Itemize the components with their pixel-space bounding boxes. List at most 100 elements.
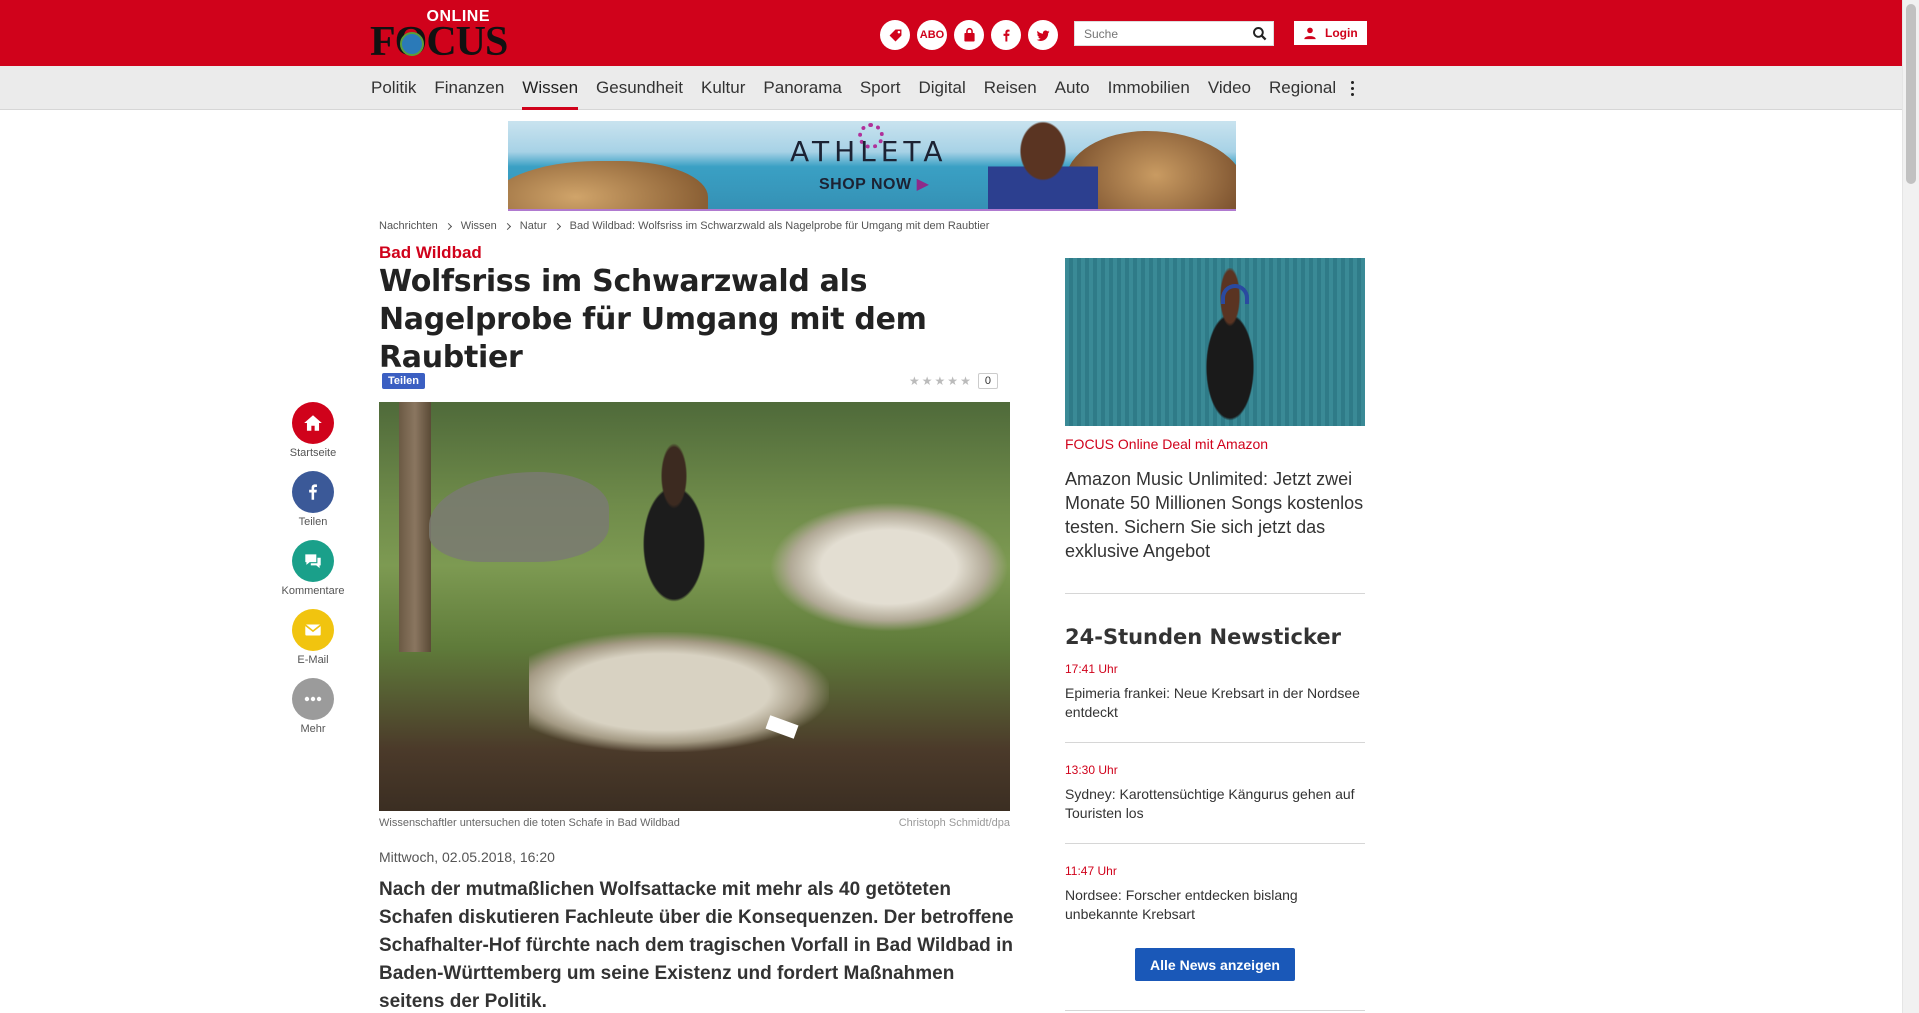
- share-facebook-label: Teilen: [298, 516, 328, 528]
- play-arrow-icon: ▶: [916, 176, 930, 193]
- nav-item-regional[interactable]: Regional: [1269, 66, 1336, 110]
- nav-item-kultur[interactable]: Kultur: [701, 66, 745, 110]
- login-label: Login: [1325, 26, 1358, 40]
- nav-item-politik[interactable]: Politik: [371, 66, 416, 110]
- ticker-text[interactable]: Nordsee: Forscher entdecken bislang unbe…: [1065, 886, 1365, 924]
- share-comments-label: Kommentare: [281, 585, 345, 597]
- user-icon: [1304, 27, 1316, 40]
- image-caption-row: Wissenschaftler untersuchen die toten Sc…: [379, 817, 1010, 829]
- globe-icon: [400, 32, 424, 56]
- nav-item-video[interactable]: Video: [1208, 66, 1251, 110]
- abo-icon[interactable]: ABO: [917, 20, 947, 50]
- article-kicker: Bad Wildbad: [379, 243, 482, 262]
- facebook-icon[interactable]: [292, 471, 334, 513]
- nav-item-gesundheit[interactable]: Gesundheit: [596, 66, 683, 110]
- image-rock: [429, 472, 609, 562]
- search-input[interactable]: [1075, 22, 1247, 45]
- image-tree: [399, 402, 431, 652]
- article-headline: Wolfsriss im Schwarzwald als Nagelprobe …: [379, 264, 927, 375]
- ticker-item[interactable]: 17:41 Uhr Epimeria frankei: Neue Krebsar…: [1065, 662, 1365, 722]
- scrollbar[interactable]: [1902, 0, 1919, 1013]
- promo-image[interactable]: [1065, 258, 1365, 426]
- star-icon[interactable]: ★: [960, 374, 971, 388]
- nav-item-sport[interactable]: Sport: [860, 66, 901, 110]
- ticker-text[interactable]: Sydney: Karottensüchtige Kängurus gehen …: [1065, 785, 1365, 823]
- twitter-icon[interactable]: [1028, 20, 1058, 50]
- ad-cta[interactable]: SHOP NOW ▶: [819, 174, 929, 194]
- ad-rock-left: [508, 161, 708, 209]
- home-icon[interactable]: [292, 402, 334, 444]
- nav-item-auto[interactable]: Auto: [1055, 66, 1090, 110]
- headphones-icon: [1221, 284, 1249, 304]
- chevron-right-icon: [503, 222, 511, 230]
- star-icon[interactable]: ★: [947, 374, 958, 388]
- chevron-right-icon: [553, 222, 561, 230]
- ad-cta-label: SHOP NOW: [819, 176, 912, 193]
- shop-bag-icon[interactable]: [954, 20, 984, 50]
- chevron-right-icon: [444, 222, 452, 230]
- share-comments[interactable]: Kommentare: [276, 540, 350, 597]
- nav-item-digital[interactable]: Digital: [918, 66, 965, 110]
- nav-item-reisen[interactable]: Reisen: [984, 66, 1037, 110]
- image-sheep: [769, 502, 1009, 632]
- share-home-label: Startseite: [289, 447, 337, 459]
- star-icon[interactable]: ★: [935, 374, 946, 388]
- nav-item-panorama[interactable]: Panorama: [763, 66, 841, 110]
- main-navigation: Politik Finanzen Wissen Gesundheit Kultur Pan…: [0, 66, 1902, 110]
- share-button[interactable]: Teilen: [382, 373, 425, 389]
- logo-focus-text: FOCUS: [370, 19, 508, 65]
- breadcrumb-item[interactable]: Nachrichten: [379, 220, 438, 232]
- article-date: Mittwoch, 02.05.2018, 16:20: [379, 849, 555, 865]
- promo-text[interactable]: Amazon Music Unlimited: Jetzt zwei Monat…: [1065, 467, 1370, 563]
- header-icon-group: ABO: [880, 20, 1058, 50]
- promo-kicker[interactable]: FOCUS Online Deal mit Amazon: [1065, 436, 1268, 452]
- ticker-time: 11:47 Uhr: [1065, 864, 1117, 878]
- nav-item-finanzen[interactable]: Finanzen: [434, 66, 504, 110]
- more-icon[interactable]: [292, 678, 334, 720]
- all-news-button[interactable]: Alle News anzeigen: [1135, 948, 1295, 981]
- star-icon[interactable]: ★: [922, 374, 933, 388]
- article-lead: Nach der mutmaßlichen Wolfsattacke mit m…: [379, 879, 1014, 1012]
- ticker-text[interactable]: Epimeria frankei: Neue Krebsart in der N…: [1065, 684, 1365, 722]
- star-icon[interactable]: ★: [909, 374, 920, 388]
- focus-online-logo[interactable]: ONLINE FOCUS: [370, 8, 508, 63]
- ticker-item[interactable]: 11:47 Uhr Nordsee: Forscher entdecken bi…: [1065, 864, 1365, 924]
- share-home[interactable]: Startseite: [276, 402, 350, 459]
- ad-banner[interactable]: ATHLETA SHOP NOW ▶: [508, 121, 1236, 211]
- ad-model-image: [988, 121, 1098, 209]
- star-rating[interactable]: ★ ★ ★ ★ ★ 0: [909, 373, 998, 389]
- divider: [1065, 742, 1365, 743]
- ticker-time: 17:41 Uhr: [1065, 662, 1118, 676]
- facebook-icon[interactable]: [991, 20, 1021, 50]
- ad-brand: ATHLETA: [790, 135, 948, 168]
- search-box: [1074, 21, 1274, 46]
- breadcrumb: Nachrichten Wissen Natur Bad Wildbad: Wo…: [379, 220, 989, 232]
- scrollbar-thumb[interactable]: [1906, 4, 1916, 184]
- share-sidebar: Startseite Teilen Kommentare E-Mail Mehr: [276, 402, 350, 747]
- more-menu-icon[interactable]: [1346, 78, 1358, 98]
- comments-icon[interactable]: [292, 540, 334, 582]
- breadcrumb-item[interactable]: Wissen: [461, 220, 497, 232]
- image-credit: Christoph Schmidt/dpa: [898, 817, 1010, 829]
- image-scientist: [619, 442, 729, 612]
- search-icon[interactable]: [1247, 22, 1273, 45]
- breadcrumb-current: Bad Wildbad: Wolfsriss im Schwarzwald al…: [569, 220, 990, 232]
- divider: [1065, 1010, 1365, 1011]
- share-more-label: Mehr: [300, 723, 326, 735]
- login-button[interactable]: Login: [1294, 21, 1367, 45]
- share-more[interactable]: Mehr: [276, 678, 350, 735]
- share-facebook[interactable]: Teilen: [276, 471, 350, 528]
- newsticker-title: 24-Stunden Newsticker: [1065, 625, 1341, 649]
- rating-count: 0: [977, 373, 998, 389]
- nav-item-wissen[interactable]: Wissen: [522, 66, 578, 110]
- share-email-label: E-Mail: [297, 654, 329, 666]
- nav-item-immobilien[interactable]: Immobilien: [1108, 66, 1190, 110]
- article-image[interactable]: [379, 402, 1010, 811]
- deals-icon[interactable]: [880, 20, 910, 50]
- divider: [1065, 843, 1365, 844]
- ticker-item[interactable]: 13:30 Uhr Sydney: Karottensüchtige Kängu…: [1065, 763, 1365, 823]
- breadcrumb-item[interactable]: Natur: [520, 220, 547, 232]
- mail-icon[interactable]: [292, 609, 334, 651]
- image-caption: Wissenschaftler untersuchen die toten Sc…: [379, 817, 680, 829]
- share-email[interactable]: E-Mail: [276, 609, 350, 666]
